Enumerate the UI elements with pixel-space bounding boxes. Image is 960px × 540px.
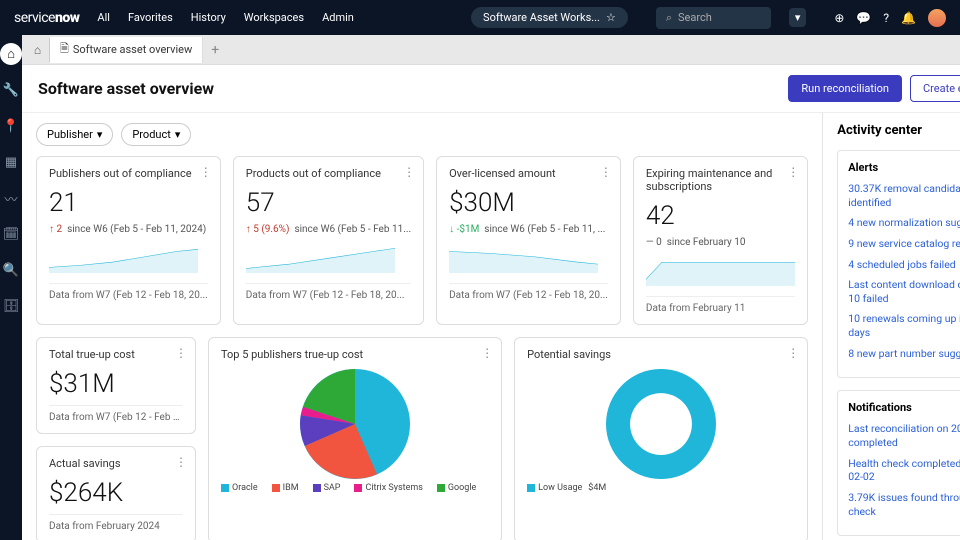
alert-link[interactable]: Last content download on 2024-02-10 fail… [848,278,960,305]
alert-link[interactable]: 8 new part number suggestions [848,347,960,361]
card-potential-savings: Potential savings⋮ Low Usage$4M [514,337,808,540]
alert-link[interactable]: 9 new service catalog requests [848,237,960,251]
globe-icon[interactable]: ⊕ [834,11,844,25]
filter-product[interactable]: Product▾ [121,123,191,146]
nav-admin[interactable]: Admin [322,11,354,24]
rail-activity-icon[interactable]: 〰 [0,187,22,209]
alerts-section: Alerts 30.37K removal candidates identif… [837,150,960,378]
card-menu[interactable]: ⋮ [403,165,415,179]
chat-icon[interactable]: 💬 [856,11,871,25]
tab-add[interactable]: + [203,42,227,58]
alert-link[interactable]: 10 renewals coming up in next 90 days [848,312,960,339]
notif-link[interactable]: Last reconciliation on 2024-02-12 comple… [848,422,960,449]
card-products-out-of-compliance: Products out of compliance⋮ 57 ↑ 5 (9.6%… [233,156,424,325]
card-expiring-maintenance: Expiring maintenance and subscriptions⋮ … [633,156,808,325]
alert-link[interactable]: 4 new normalization suggestions [848,216,960,230]
card-menu[interactable]: ⋮ [175,455,187,469]
card-top5-publishers: Top 5 publishers true-up cost⋮ Oracle IB… [208,337,502,540]
nav-workspaces[interactable]: Workspaces [244,11,304,24]
card-publishers-out-of-compliance: Publishers out of compliance⋮ 21 ↑ 2 sin… [36,156,221,325]
rail-pin-icon[interactable]: 📍 [0,115,22,137]
rail-search-icon[interactable]: 🔍 [0,259,22,281]
notifications-section: Notifications Last reconciliation on 202… [837,390,960,536]
notif-link[interactable]: 3.79K issues found through health check [848,491,960,518]
tab-bar: ⌂ 🗎 Software asset overview + ⋯ [22,35,960,65]
avatar[interactable] [928,9,946,27]
filter-publisher[interactable]: Publisher▾ [36,123,113,146]
pie-chart [300,369,410,479]
search-icon: ⌕ [666,11,672,25]
donut-chart [606,369,716,479]
card-total-trueup: Total true-up cost⋮ $31M Data from W7 (F… [36,337,196,434]
document-icon: 🗎 [60,40,69,59]
alert-link[interactable]: 30.37K removal candidates identified [848,182,960,209]
page-title: Software asset overview [38,79,214,98]
rail-grid-icon[interactable]: ▦ [0,151,22,173]
rail-archive-icon[interactable]: 🗄 [0,295,22,317]
card-menu[interactable]: ⋮ [787,165,799,179]
nav-all[interactable]: All [97,11,110,24]
nav-favorites[interactable]: Favorites [128,11,173,24]
left-rail: ⌂ 🔧 📍 ▦ 〰 🗓 🔍 🗄 [0,35,22,540]
rail-calendar-icon[interactable]: 🗓 [0,223,22,245]
card-menu[interactable]: ⋮ [787,346,799,360]
run-reconciliation-button[interactable]: Run reconciliation [788,75,902,102]
breadcrumb-pill[interactable]: Software Asset Works... ☆ [471,7,628,28]
chevron-down-icon: ▾ [97,128,103,141]
nav-items: All Favorites History Workspaces Admin [97,11,353,24]
chevron-down-icon: ▾ [175,128,181,141]
rail-home-icon[interactable]: ⌂ [0,43,22,65]
search-input[interactable]: ⌕ Search [656,7,771,29]
create-entitlement-button[interactable]: Create entitlement [910,75,960,102]
activity-panel: Activity center Alerts 30.37K removal ca… [822,113,960,540]
card-over-licensed-amount: Over-licensed amount⋮ $30M ↓ -$1M since … [436,156,621,325]
card-actual-savings: Actual savings⋮ $264K Data from February… [36,446,196,540]
logo: servicenow [14,10,79,26]
search-dropdown[interactable]: ▾ [789,8,807,27]
card-menu[interactable]: ⋮ [481,346,493,360]
top-nav: servicenow All Favorites History Workspa… [0,0,960,35]
card-menu[interactable]: ⋮ [200,165,212,179]
alert-link[interactable]: 4 scheduled jobs failed [848,258,960,272]
tab-home-icon[interactable]: ⌂ [26,38,50,62]
rail-tool-icon[interactable]: 🔧 [0,79,22,101]
tab-software-overview[interactable]: 🗎 Software asset overview [50,37,203,63]
bell-icon[interactable]: 🔔 [901,11,916,25]
help-icon[interactable]: ? [883,11,889,25]
card-menu[interactable]: ⋮ [600,165,612,179]
nav-history[interactable]: History [191,11,226,24]
card-menu[interactable]: ⋮ [175,346,187,360]
star-icon[interactable]: ☆ [606,11,616,24]
notif-link[interactable]: Health check completed on 2024-02-02 [848,457,960,484]
